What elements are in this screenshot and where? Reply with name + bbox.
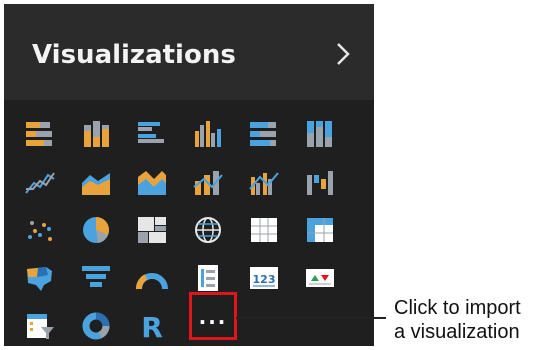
donut-chart-icon[interactable] bbox=[78, 308, 114, 344]
stacked-bar-chart-icon[interactable] bbox=[22, 116, 58, 152]
filled-map-icon[interactable] bbox=[22, 260, 58, 296]
100-stacked-bar-chart-icon[interactable] bbox=[246, 116, 282, 152]
gauge-icon[interactable] bbox=[134, 260, 170, 296]
line-and-stacked-column-chart-icon[interactable] bbox=[190, 164, 226, 200]
callout-line bbox=[236, 317, 386, 319]
ellipsis-icon: ... bbox=[198, 305, 228, 329]
slicer-icon[interactable] bbox=[22, 308, 58, 344]
import-custom-visual-button[interactable]: ... bbox=[189, 292, 237, 340]
waterfall-chart-icon[interactable] bbox=[302, 164, 338, 200]
area-chart-icon[interactable] bbox=[78, 164, 114, 200]
100-stacked-column-chart-icon[interactable] bbox=[302, 116, 338, 152]
visualizations-pane: Visualizations 123 R ... bbox=[4, 4, 374, 346]
pane-title: Visualizations bbox=[32, 40, 236, 70]
matrix-icon[interactable] bbox=[302, 212, 338, 248]
r-script-visual-icon[interactable]: R bbox=[134, 308, 170, 344]
line-and-clustered-column-chart-icon[interactable] bbox=[246, 164, 282, 200]
funnel-icon[interactable] bbox=[78, 260, 114, 296]
card-icon[interactable]: 123 bbox=[246, 260, 282, 296]
callout-line-1: Click to import bbox=[394, 297, 521, 319]
pane-header: Visualizations bbox=[4, 4, 374, 100]
callout-text: Click to import a visualization bbox=[394, 296, 521, 344]
scatter-chart-icon[interactable] bbox=[22, 212, 58, 248]
clustered-column-chart-icon[interactable] bbox=[190, 116, 226, 152]
pie-chart-icon[interactable] bbox=[78, 212, 114, 248]
map-icon[interactable] bbox=[190, 212, 226, 248]
collapse-chevron-icon[interactable] bbox=[334, 42, 352, 66]
line-chart-icon[interactable] bbox=[22, 164, 58, 200]
callout-line-2: a visualization bbox=[394, 321, 520, 343]
svg-text:123: 123 bbox=[253, 273, 276, 286]
table-icon[interactable] bbox=[246, 212, 282, 248]
clustered-bar-chart-icon[interactable] bbox=[134, 116, 170, 152]
stacked-area-chart-icon[interactable] bbox=[134, 164, 170, 200]
treemap-icon[interactable] bbox=[134, 212, 170, 248]
multi-row-card-icon[interactable] bbox=[190, 260, 226, 296]
kpi-icon[interactable] bbox=[302, 260, 338, 296]
svg-text:R: R bbox=[141, 311, 163, 341]
stacked-column-chart-icon[interactable] bbox=[78, 116, 114, 152]
